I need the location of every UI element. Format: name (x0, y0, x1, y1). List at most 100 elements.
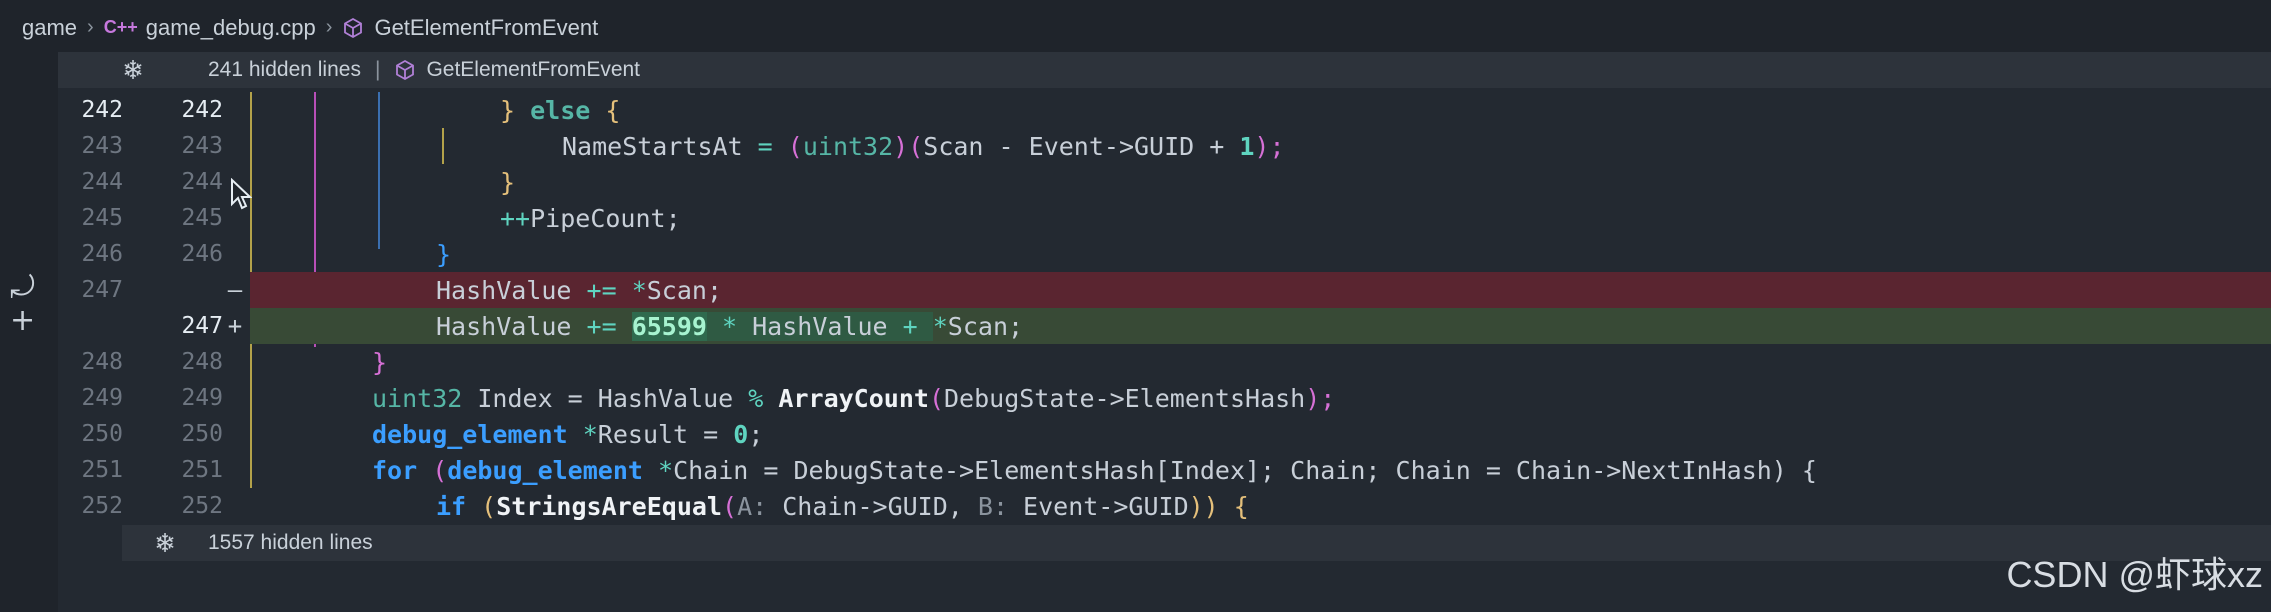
line-number-old: 250 (81, 421, 123, 447)
line-number-new: 243 (181, 133, 223, 159)
code-token: NameStartsAt (562, 131, 743, 161)
line-number-old: 249 (81, 385, 123, 411)
hidden-lines-text: 241 hidden lines (208, 58, 361, 81)
code-type: uint32 (372, 383, 463, 413)
code-token: Scan; (947, 311, 1024, 341)
deletion-marker: — (227, 276, 243, 304)
line-number-new: 249 (181, 385, 223, 411)
line-number-new: 242 (181, 97, 223, 123)
code-token: } (436, 239, 452, 269)
line-number-old: 251 (81, 457, 123, 483)
code-token: * (932, 311, 948, 341)
code-line-251[interactable]: 251 251 for (debug_element *Chain = Debu… (58, 452, 2271, 488)
code-token: } (500, 95, 531, 125)
code-token: * (658, 455, 674, 485)
code-line-250[interactable]: 250 250 debug_element *Result = 0; (58, 416, 2271, 452)
line-number-old: 242 (81, 97, 123, 123)
code-token: * (631, 275, 647, 305)
breadcrumb-symbol[interactable]: GetElementFromEvent (374, 15, 598, 41)
revert-icon[interactable]: ⤾ (10, 270, 35, 305)
code-line-245[interactable]: 245 245 ++PipeCount; (58, 200, 2271, 236)
code-function: StringsAreEqual (496, 491, 722, 521)
code-line-249[interactable]: 249 249 uint32 Index = HashValue % Array… (58, 380, 2271, 416)
hidden-lines-symbol[interactable]: GetElementFromEvent (426, 58, 640, 82)
code-token: )) { (1188, 491, 1249, 521)
mouse-cursor-icon (231, 178, 252, 210)
code-token: ( (908, 131, 924, 161)
line-number-new: 245 (181, 205, 223, 231)
code-token: Scan; (646, 275, 723, 305)
line-number-new: 244 (181, 169, 223, 195)
code-number-highlight: 65599 (631, 311, 707, 341)
code-token: ( (466, 491, 497, 521)
code-keyword: else (530, 95, 591, 125)
stage-plus-icon[interactable]: + (10, 303, 35, 338)
code-token: ( (417, 455, 448, 485)
hidden-lines-top[interactable]: ❄ 241 hidden lines | GetElementFromEvent (58, 52, 2271, 88)
code-token: * (582, 419, 598, 449)
line-number-old: 243 (81, 133, 123, 159)
breadcrumb-folder[interactable]: game (22, 15, 77, 41)
code-token: % (748, 383, 764, 413)
code-token: PipeCount; (530, 203, 681, 233)
code-token: Result = (597, 419, 734, 449)
code-number: 0 (733, 419, 749, 449)
code-token: Event->GUID (1008, 491, 1189, 521)
breadcrumb: game › C++ game_debug.cpp › GetElementFr… (0, 0, 2271, 55)
code-line-242[interactable]: 242 242 } else { (58, 92, 2271, 128)
line-number-new: 246 (181, 241, 223, 267)
code-token: } (500, 167, 516, 197)
code-line-252[interactable]: 252 252 if (StringsAreEqual(A: Chain->GU… (58, 488, 2271, 524)
line-number-old: 248 (81, 349, 123, 375)
code-token: ) (893, 131, 909, 161)
divider: | (374, 58, 381, 81)
chevron-right-icon: › (325, 16, 333, 38)
hidden-lines-text: 1557 hidden lines (208, 531, 373, 554)
method-cube-icon (344, 17, 363, 38)
code-line-247-deleted[interactable]: 247 — HashValue += *Scan; (58, 272, 2271, 308)
line-number-old: 246 (81, 241, 123, 267)
line-number-new: 250 (181, 421, 223, 447)
code-token: Chain = DebugState->ElementsHash[Index];… (673, 455, 1817, 485)
parameter-hint: B: (977, 491, 1008, 521)
hidden-lines-bottom[interactable]: ❄ 1557 hidden lines (122, 525, 2271, 561)
code-token: ; (748, 419, 764, 449)
line-number-old: 245 (81, 205, 123, 231)
method-cube-icon (396, 59, 415, 81)
unfold-icon[interactable]: ❄ (58, 55, 208, 86)
code-token: += (586, 311, 617, 341)
line-number-new: 248 (181, 349, 223, 375)
code-token: ++ (500, 203, 531, 233)
parameter-hint: A: (737, 491, 768, 521)
code-line-248[interactable]: 248 248 } (58, 344, 2271, 380)
code-line-247-added[interactable]: 247 + HashValue += 65599 * HashValue + *… (58, 308, 2271, 344)
code-type: uint32 (802, 131, 894, 161)
watermark: CSDN @虾球xz (2006, 554, 2263, 595)
code-token: Scan - Event->GUID + (923, 131, 1240, 161)
cpp-file-icon: C++ (103, 17, 138, 37)
code-token: ( (722, 491, 738, 521)
line-number-old: 247 (81, 277, 123, 303)
breadcrumb-file[interactable]: game_debug.cpp (146, 15, 316, 41)
code-function: ArrayCount (778, 383, 929, 413)
code-token: Index = HashValue (462, 383, 749, 413)
code-keyword: for (372, 455, 418, 485)
unfold-icon[interactable]: ❄ (122, 528, 208, 559)
line-number-old: 244 (81, 169, 123, 195)
line-number-new: 251 (181, 457, 223, 483)
code-token: } (372, 347, 388, 377)
code-token: HashValue (436, 275, 587, 305)
code-line-243[interactable]: 243 243 NameStartsAt = (uint32)(Scan - E… (58, 128, 2271, 164)
code-token: += (586, 275, 617, 305)
chevron-right-icon: › (87, 16, 94, 38)
code-token: HashValue (436, 311, 587, 341)
code-line-244[interactable]: 244 244 } (58, 164, 2271, 200)
line-number-new: 247 (181, 313, 223, 339)
code-line-246[interactable]: 246 246 } (58, 236, 2271, 272)
code-keyword: if (436, 491, 467, 521)
code-token: + (887, 311, 933, 341)
code-type: debug_element (372, 419, 568, 449)
